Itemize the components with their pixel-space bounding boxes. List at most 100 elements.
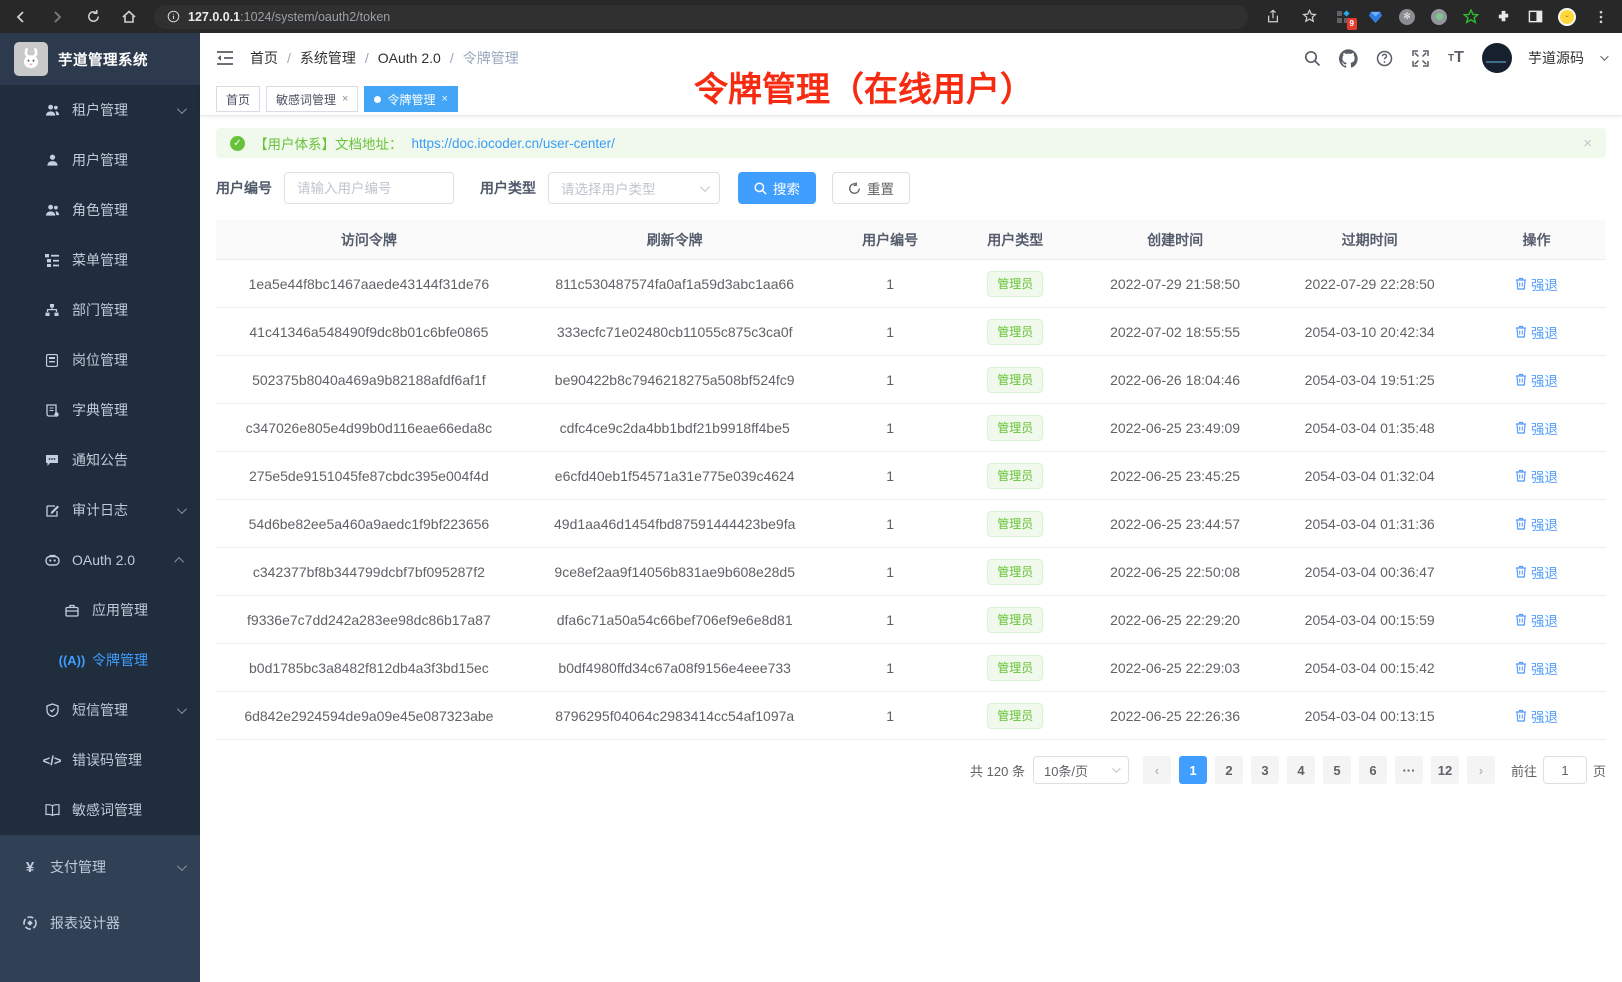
sidebar-item-audit[interactable]: 审计日志 [0, 485, 200, 535]
side-panel-icon[interactable] [1526, 8, 1544, 26]
sidebar-item-errcode[interactable]: </> 错误码管理 [0, 735, 200, 785]
share-icon[interactable] [1262, 6, 1284, 28]
sidebar-collapse-icon[interactable] [216, 48, 236, 68]
user-type-cell: 管理员 [953, 463, 1078, 489]
sidebar-item-report[interactable]: 报表设计器 [0, 895, 200, 951]
sidebar-item-dict[interactable]: 字典管理 [0, 385, 200, 435]
url-bar[interactable]: 127.0.0.1:1024/system/oauth2/token [154, 5, 1248, 29]
user-avatar[interactable] [1482, 43, 1512, 73]
force-logout-button[interactable]: 强退 [1515, 274, 1558, 294]
extension-badge: 9 [1347, 18, 1357, 30]
prev-page-button[interactable]: ‹ [1143, 756, 1171, 784]
home-icon[interactable] [118, 6, 140, 28]
github-icon[interactable] [1338, 48, 1358, 68]
page-button-5[interactable]: 5 [1323, 756, 1351, 784]
table-row: c342377bf8b344799dcbf7bf095287f2 9ce8ef2… [216, 548, 1606, 596]
success-check-icon: ✓ [230, 136, 245, 151]
page-content: ✓ 【用户体系】文档地址： https://doc.iocoder.cn/use… [200, 116, 1622, 982]
force-logout-button[interactable]: 强退 [1515, 658, 1558, 678]
chevron-down-icon [177, 704, 187, 714]
refresh-token-cell: e6cfd40eb1f54571a31e775e039c4624 [522, 468, 828, 484]
font-size-icon[interactable]: TT [1446, 48, 1466, 68]
sidebar-item-post[interactable]: 岗位管理 [0, 335, 200, 385]
username[interactable]: 芋道源码 [1528, 48, 1584, 68]
sidebar-item-sms[interactable]: 短信管理 [0, 685, 200, 735]
reload-icon[interactable] [82, 6, 104, 28]
force-logout-button[interactable]: 强退 [1515, 322, 1558, 342]
reset-button[interactable]: 重置 [832, 172, 910, 204]
sidebar-item-dept[interactable]: 部门管理 [0, 285, 200, 335]
site-info-icon[interactable] [166, 6, 180, 28]
table-row: 1ea5e44f8bc1467aaede43144f31de76 811c530… [216, 260, 1606, 308]
token-broadcast-icon: ((A)) [64, 653, 80, 668]
extension-grid-icon[interactable]: 9 [1334, 8, 1352, 26]
help-icon[interactable] [1374, 48, 1394, 68]
page-button-6[interactable]: 6 [1359, 756, 1387, 784]
admin-badge: 管理员 [987, 271, 1043, 297]
sidebar-item-tenant[interactable]: 租户管理 [0, 85, 200, 135]
goto-page-input[interactable] [1543, 756, 1587, 784]
force-logout-button[interactable]: 强退 [1515, 466, 1558, 486]
page-ellipsis[interactable]: ··· [1395, 756, 1423, 784]
breadcrumb-system[interactable]: 系统管理 [300, 48, 356, 68]
force-logout-button[interactable]: 强退 [1515, 706, 1558, 726]
sidebar-item-oauth-app[interactable]: 应用管理 [0, 585, 200, 635]
sidebar: 芋道管理系统 租户管理 用户管理 角色管理 菜单管理 [0, 33, 200, 982]
breadcrumb-current: 令牌管理 [463, 48, 519, 68]
bookmark-star-icon[interactable] [1298, 6, 1320, 28]
force-logout-button[interactable]: 强退 [1515, 370, 1558, 390]
pinwheel-extension-icon[interactable]: ✻ [1398, 8, 1416, 26]
page-button-1[interactable]: 1 [1179, 756, 1207, 784]
alert-close-icon[interactable]: × [1583, 135, 1592, 152]
page-button-2[interactable]: 2 [1215, 756, 1243, 784]
close-icon[interactable]: × [441, 93, 447, 105]
page-button-12[interactable]: 12 [1431, 756, 1459, 784]
force-logout-button[interactable]: 强退 [1515, 418, 1558, 438]
user-type-cell: 管理员 [953, 319, 1078, 345]
fullscreen-icon[interactable] [1410, 48, 1430, 68]
user-id-input[interactable] [284, 172, 454, 204]
user-caret-icon[interactable] [1600, 52, 1608, 60]
profile-avatar[interactable]: ᵕ [1558, 8, 1576, 26]
breadcrumb-oauth[interactable]: OAuth 2.0 [378, 50, 441, 66]
gem-extension-icon[interactable] [1366, 8, 1384, 26]
tab-sensitive-word[interactable]: 敏感词管理× [266, 86, 358, 112]
sidebar-item-oauth-token[interactable]: ((A)) 令牌管理 [0, 635, 200, 685]
expires-time-cell: 2054-03-10 20:42:34 [1272, 324, 1467, 340]
tab-home[interactable]: 首页 [216, 86, 260, 112]
record-extension-icon[interactable] [1430, 8, 1448, 26]
search-button[interactable]: 搜索 [738, 172, 816, 204]
sidebar-item-pay[interactable]: ¥ 支付管理 [0, 839, 200, 895]
action-cell: 强退 [1467, 466, 1606, 486]
page-button-4[interactable]: 4 [1287, 756, 1315, 784]
sidebar-item-menu[interactable]: 菜单管理 [0, 235, 200, 285]
puzzle-extension-icon[interactable] [1494, 8, 1512, 26]
sidebar-item-notice[interactable]: 通知公告 [0, 435, 200, 485]
next-page-button[interactable]: › [1467, 756, 1495, 784]
refresh-token-cell: 49d1aa46d1454fbd87591444423be9fa [522, 516, 828, 532]
close-icon[interactable]: × [342, 93, 348, 105]
tab-token[interactable]: 令牌管理× [364, 86, 457, 112]
created-time-cell: 2022-07-02 18:55:55 [1078, 324, 1273, 340]
search-icon[interactable] [1302, 48, 1322, 68]
force-logout-button[interactable]: 强退 [1515, 514, 1558, 534]
page-size-select[interactable]: 10条/页 [1033, 756, 1129, 784]
top-navbar: 首页 / 系统管理 / OAuth 2.0 / 令牌管理 TT 芋道源码 [200, 33, 1622, 83]
breadcrumb-home[interactable]: 首页 [250, 48, 278, 68]
force-logout-button[interactable]: 强退 [1515, 610, 1558, 630]
back-icon[interactable] [10, 6, 32, 28]
green-star-extension-icon[interactable] [1462, 8, 1480, 26]
expires-time-cell: 2054-03-04 00:36:47 [1272, 564, 1467, 580]
user-type-cell: 管理员 [953, 703, 1078, 729]
sidebar-item-user[interactable]: 用户管理 [0, 135, 200, 185]
breadcrumb: 首页 / 系统管理 / OAuth 2.0 / 令牌管理 [250, 48, 519, 68]
sidebar-item-role[interactable]: 角色管理 [0, 185, 200, 235]
user-type-select[interactable]: 请选择用户类型 [548, 172, 720, 204]
forward-icon[interactable] [46, 6, 68, 28]
kebab-menu-icon[interactable] [1590, 6, 1612, 28]
alert-doc-link[interactable]: https://doc.iocoder.cn/user-center/ [412, 136, 615, 151]
force-logout-button[interactable]: 强退 [1515, 562, 1558, 582]
sidebar-item-sensitive[interactable]: 敏感词管理 [0, 785, 200, 835]
sidebar-item-oauth[interactable]: OAuth 2.0 [0, 535, 200, 585]
page-button-3[interactable]: 3 [1251, 756, 1279, 784]
